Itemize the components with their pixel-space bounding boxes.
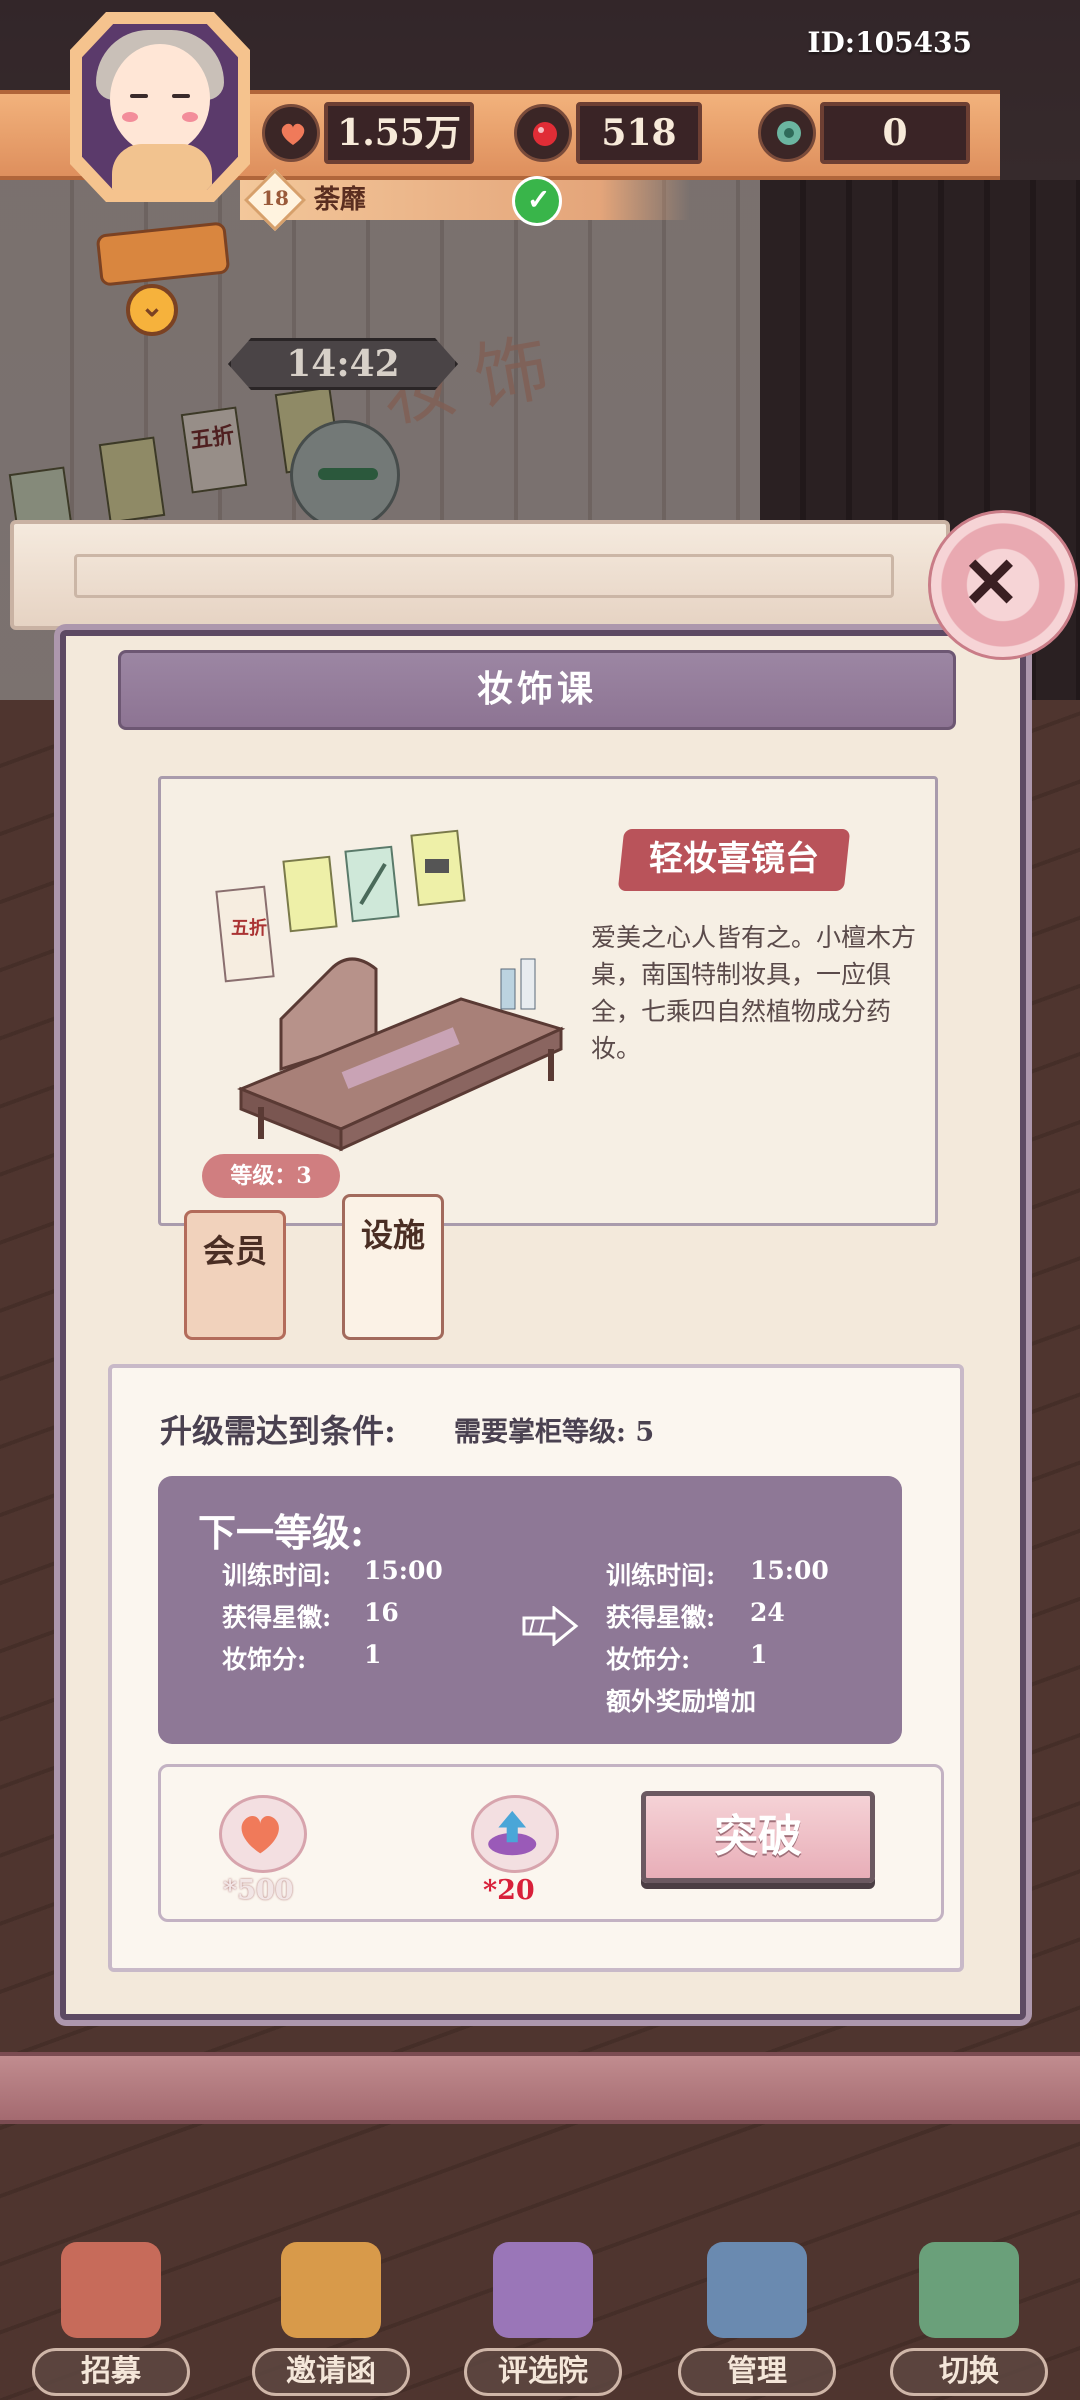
upgraded-stat-value: 1	[750, 1640, 768, 1669]
rank-number: 18	[261, 186, 289, 210]
requirement-value: 需要掌柜等级: 5	[454, 1417, 655, 1448]
nav-switch-label: 切换	[890, 2348, 1048, 2396]
upgrade-requirement-card: 升级需达到条件: 需要掌柜等级: 5 下一等级: 训练时间: 15:00 获得星…	[108, 1364, 964, 1972]
cost-upgrade-amount: *20	[483, 1875, 535, 1906]
heart-currency-icon	[219, 1795, 307, 1873]
close-button[interactable]: ✕	[928, 510, 1078, 660]
furniture-level: 等级：3	[230, 1163, 312, 1189]
current-stat-label: 妆饰分:	[222, 1645, 307, 1674]
dressing-table-poster-text: 五折	[231, 917, 267, 939]
avatar-cheek	[122, 112, 138, 122]
breakthrough-button-label: 突破	[714, 1811, 802, 1862]
manage-icon	[707, 2242, 807, 2338]
tab-facility-label: 设施	[360, 1216, 425, 1254]
avatar-eye	[172, 94, 190, 98]
resource-gem-value: 518	[576, 102, 702, 164]
panel-top-rail	[10, 520, 950, 630]
furniture-name: 轻妆喜镜台	[649, 839, 819, 879]
upgraded-stat-value: 24	[750, 1598, 785, 1627]
panel-title: 妆饰课	[476, 668, 597, 710]
player-id: ID:105435	[807, 26, 972, 59]
next-level-title: 下一等级:	[198, 1510, 365, 1555]
nav-manage[interactable]: 管理	[678, 2236, 836, 2396]
player-avatar[interactable]	[82, 24, 238, 190]
upgraded-stat-label: 训练时间:	[606, 1561, 716, 1590]
upgraded-stat-label: 妆饰分:	[606, 1645, 691, 1674]
nav-switch[interactable]: 切换	[890, 2236, 1048, 2396]
tab-member-label: 会员	[202, 1232, 267, 1270]
avatar-cheek	[182, 112, 198, 122]
nav-invitation[interactable]: 邀请函	[252, 2236, 410, 2396]
resource-coin-value: 0	[820, 102, 970, 164]
chevron-down-icon: ⌄	[140, 290, 164, 323]
panel-bottom-rail	[0, 2052, 1080, 2124]
avatar-face	[110, 44, 210, 154]
avatar-eye	[130, 94, 148, 98]
furniture-description: 爱美之心人皆有之。小檀木方桌，南国特制妆具，一应俱全，七乘四自然植物成分药妆。	[591, 923, 917, 1063]
breakthrough-button[interactable]: 突破	[641, 1791, 875, 1883]
tab-member[interactable]: 会员	[184, 1210, 286, 1340]
requirement-label: 升级需达到条件:	[160, 1412, 396, 1450]
selection-hall-icon	[493, 2242, 593, 2338]
red-gem-icon	[514, 104, 572, 162]
nav-invitation-label: 邀请函	[252, 2348, 410, 2396]
switch-map-icon	[919, 2242, 1019, 2338]
tab-facility[interactable]: 设施	[342, 1194, 444, 1340]
nav-selection-hall[interactable]: 评选院	[464, 2236, 622, 2396]
bottom-nav: 招募 邀请函 评选院 管理 切换	[0, 2236, 1080, 2400]
upgrade-arrow-icon	[471, 1795, 559, 1873]
arrow-right-icon	[522, 1606, 579, 1646]
nav-manage-label: 管理	[678, 2348, 836, 2396]
current-stat-value: 16	[364, 1598, 399, 1627]
upgrade-cost-row: *500 *20 突破	[158, 1764, 944, 1922]
upgraded-stat-label: 获得星徽:	[606, 1603, 716, 1632]
invitation-icon	[281, 2242, 381, 2338]
green-coin-icon	[758, 104, 816, 162]
player-name-bar	[240, 180, 690, 220]
recruit-icon	[61, 2242, 161, 2338]
avatar-body	[112, 144, 212, 190]
extra-reward-note: 额外奖励增加	[606, 1687, 757, 1716]
claim-reward-icon[interactable]	[512, 176, 562, 226]
nav-selection-hall-label: 评选院	[464, 2348, 622, 2396]
expand-button[interactable]: ⌄	[126, 284, 178, 336]
current-stat-label: 获得星徽:	[222, 1603, 332, 1632]
upgraded-stat-value: 15:00	[750, 1556, 829, 1585]
dressing-table-image: 五折	[215, 829, 566, 1152]
current-stat-label: 训练时间:	[222, 1561, 332, 1590]
current-stat-value: 1	[364, 1640, 382, 1669]
countdown-timer: 14:42	[228, 338, 458, 390]
player-name: 荼靡	[314, 185, 367, 215]
cost-heart-amount: *500	[223, 1875, 294, 1906]
panel-rail-inner	[74, 554, 894, 598]
close-icon: ✕	[961, 541, 1021, 624]
current-stat-value: 15:00	[364, 1556, 443, 1585]
next-level-box: 下一等级: 训练时间: 15:00 获得星徽: 16 妆饰分: 1 训练时间: …	[158, 1476, 902, 1744]
nav-recruit-label: 招募	[32, 2348, 190, 2396]
heart-currency-icon	[262, 104, 320, 162]
resource-heart-value: 1.55万	[324, 102, 474, 164]
nav-recruit[interactable]: 招募	[32, 2236, 190, 2396]
